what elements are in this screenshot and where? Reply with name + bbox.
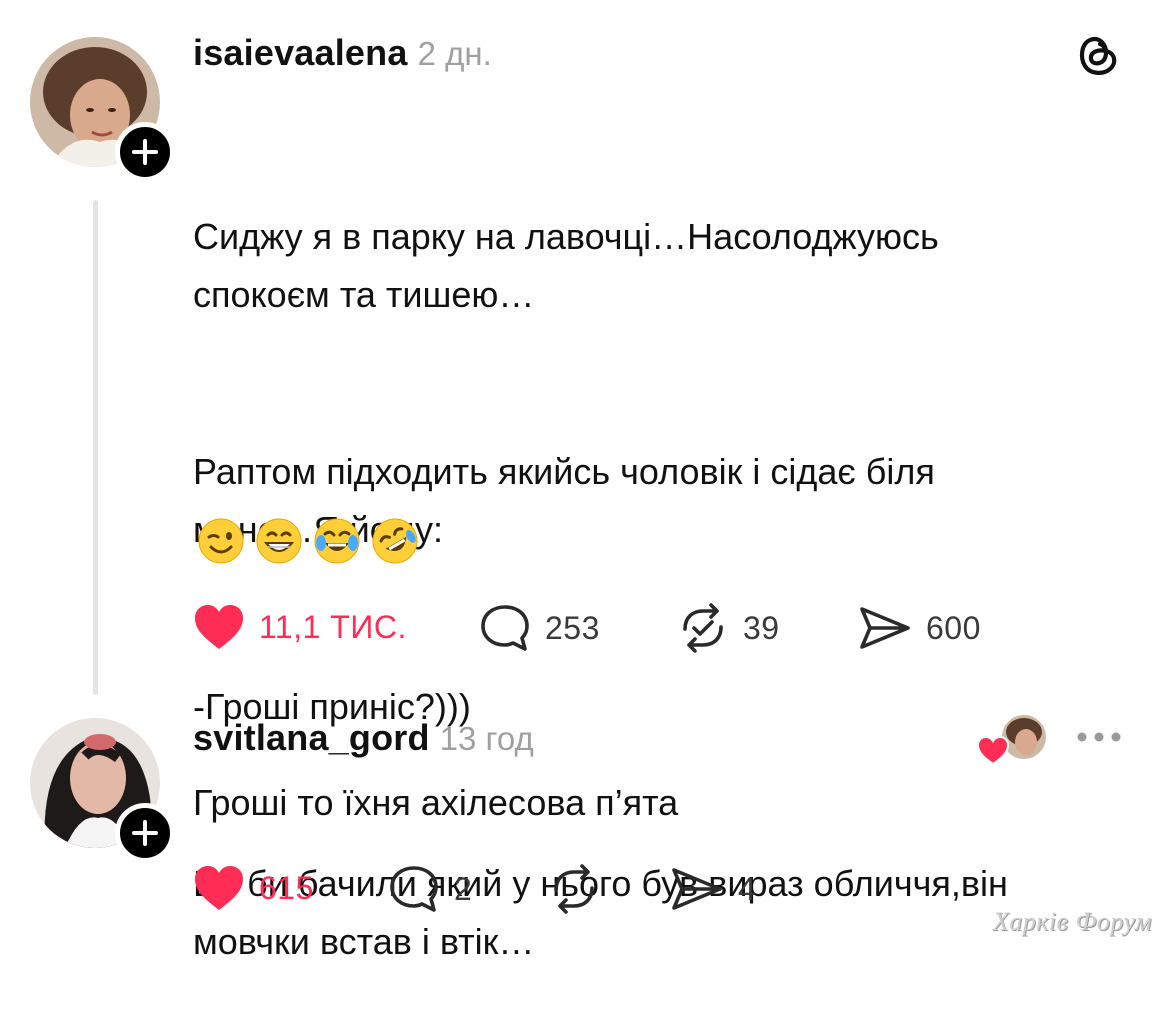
threads-logo-icon[interactable] bbox=[1073, 28, 1123, 78]
post-header: isaievaalena 2 дн. bbox=[193, 32, 492, 74]
plus-icon bbox=[132, 820, 158, 846]
emoji-row bbox=[197, 517, 419, 565]
comment-bubble-icon bbox=[390, 866, 438, 912]
send-icon bbox=[860, 607, 910, 649]
rolling-on-floor-laughing-face-icon bbox=[372, 518, 418, 564]
watermark: Харків Форум bbox=[992, 907, 1152, 936]
share-button[interactable]: 600 bbox=[858, 603, 981, 653]
grinning-face-icon bbox=[256, 518, 302, 564]
tears-of-joy-face-icon bbox=[314, 518, 360, 564]
comment-button[interactable]: 253 bbox=[479, 603, 600, 653]
reply-username[interactable]: svitlana_gord bbox=[193, 717, 430, 758]
repost-icon bbox=[554, 864, 594, 914]
like-count: 11,1 ТИС. bbox=[259, 608, 407, 645]
heart-avatar-icon[interactable] bbox=[976, 712, 1050, 768]
post-paragraph: Сиджу я в парку на лавочці…Насолоджуюсь … bbox=[193, 216, 939, 315]
repost-icon bbox=[683, 603, 723, 653]
reply-header: svitlana_gord 13 год bbox=[193, 717, 534, 759]
reply-share-button[interactable]: 4 bbox=[670, 864, 756, 914]
post-username[interactable]: isaievaalena bbox=[193, 32, 408, 73]
reply-share-count: 4 bbox=[738, 870, 757, 907]
reply-like-count: 615 bbox=[259, 869, 314, 906]
share-count: 600 bbox=[926, 609, 981, 646]
comment-bubble-icon bbox=[481, 605, 529, 651]
winking-face-icon bbox=[198, 518, 244, 564]
comment-count: 253 bbox=[545, 609, 600, 646]
heart-filled-icon bbox=[195, 605, 243, 649]
repost-count: 39 bbox=[743, 609, 780, 646]
reply-body: Гроші то їхня ахілесова п’ята bbox=[193, 782, 679, 823]
plus-icon bbox=[132, 139, 158, 165]
follow-button[interactable] bbox=[115, 803, 175, 863]
more-dots-icon[interactable] bbox=[1075, 727, 1123, 747]
reply-timestamp: 13 год bbox=[439, 720, 534, 757]
like-button[interactable]: 11,1 ТИС. bbox=[193, 603, 407, 651]
reply-repost-button[interactable] bbox=[548, 864, 614, 914]
reply-comment-count: 2 bbox=[454, 870, 473, 907]
follow-button[interactable] bbox=[115, 122, 175, 182]
reply-comment-button[interactable]: 2 bbox=[388, 864, 472, 914]
thread-connector-line bbox=[93, 200, 98, 695]
send-icon bbox=[672, 868, 722, 910]
repost-button[interactable]: 39 bbox=[677, 603, 780, 653]
post-timestamp: 2 дн. bbox=[417, 35, 492, 72]
reply-like-button[interactable]: 615 bbox=[193, 864, 314, 912]
heart-filled-icon bbox=[195, 866, 243, 910]
